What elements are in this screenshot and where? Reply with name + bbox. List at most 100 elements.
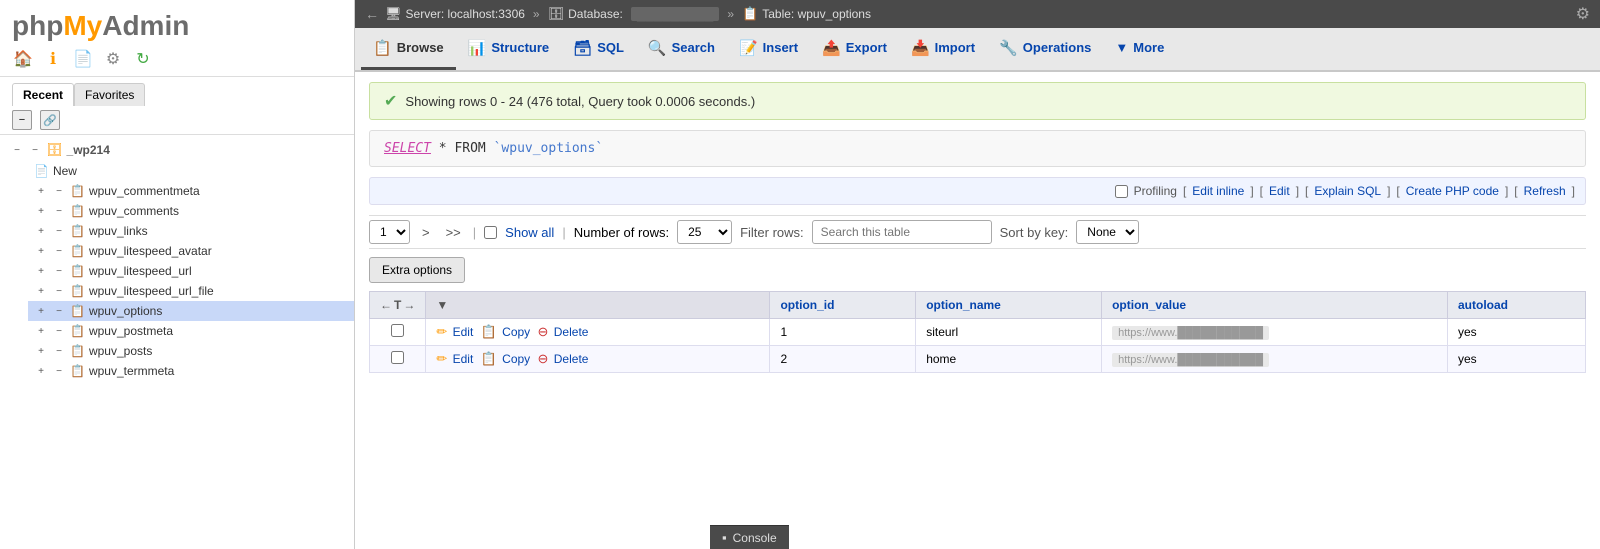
- next-page-btn[interactable]: >: [418, 223, 434, 242]
- console-bar[interactable]: ▪ Console: [710, 525, 789, 549]
- search-table-input[interactable]: [812, 220, 992, 244]
- banner-message: Showing rows 0 - 24 (476 total, Query to…: [405, 94, 755, 109]
- tree-table-posts[interactable]: + − 📋 wpuv_posts: [28, 341, 354, 361]
- last-page-btn[interactable]: >>: [442, 223, 465, 242]
- server-icon: 🖥: [385, 6, 402, 22]
- logo-php: php: [12, 10, 63, 41]
- bracket3: [: [1260, 184, 1263, 198]
- profiling-checkbox[interactable]: [1115, 185, 1128, 198]
- table-breadcrumb-label: Table: wpuv_options: [762, 7, 871, 21]
- tree-table-postmeta[interactable]: + − 📋 wpuv_postmeta: [28, 321, 354, 341]
- tab-favorites[interactable]: Favorites: [74, 83, 145, 106]
- table7-label: wpuv_options: [89, 304, 162, 318]
- collapse-all-btn[interactable]: −: [12, 110, 32, 130]
- th-option-id[interactable]: option_id: [770, 292, 916, 319]
- table4-icon: 📋: [70, 244, 85, 258]
- expand2-icon: −: [28, 143, 42, 157]
- tree-table-litespeed-avatar[interactable]: + − 📋 wpuv_litespeed_avatar: [28, 241, 354, 261]
- db-label: _wp214: [67, 143, 110, 157]
- actions-sort-icon[interactable]: ▼: [436, 298, 448, 312]
- tab-more[interactable]: ▼ More: [1103, 30, 1176, 68]
- tab-export[interactable]: 📤 Export: [810, 29, 899, 70]
- table-icon: 📋: [70, 184, 85, 198]
- extra-options-button[interactable]: Extra options: [369, 257, 465, 283]
- table7-icon: 📋: [70, 304, 85, 318]
- row1-copy-link[interactable]: 📋 Copy: [481, 325, 534, 339]
- console-label: Console: [733, 531, 777, 545]
- t3-expand-icon: +: [34, 224, 48, 238]
- select-all-checkbox[interactable]: [484, 226, 497, 239]
- refresh-link[interactable]: Refresh: [1524, 184, 1566, 198]
- row2-checkbox[interactable]: [391, 351, 404, 364]
- tab-import[interactable]: 📥 Import: [899, 29, 987, 70]
- gear-icon[interactable]: ⚙: [102, 48, 124, 70]
- tree-table-commentmeta[interactable]: + − 📋 wpuv_commentmeta: [28, 181, 354, 201]
- browse-label: Browse: [397, 40, 444, 55]
- row2-option-id: 2: [770, 346, 916, 373]
- num-rows-select[interactable]: 25 50 100: [677, 220, 732, 244]
- tree-table-comments[interactable]: + − 📋 wpuv_comments: [28, 201, 354, 221]
- th-autoload[interactable]: autoload: [1448, 292, 1586, 319]
- tab-structure[interactable]: 📊 Structure: [456, 29, 561, 70]
- console-icon: ▪: [722, 530, 727, 545]
- row2-delete-label: Delete: [554, 352, 589, 366]
- th-option-value[interactable]: option_value: [1102, 292, 1448, 319]
- row1-actions: ✏ Edit 📋 Copy ⊖ Delete: [426, 319, 770, 346]
- tab-sql[interactable]: 🗃 SQL: [561, 29, 636, 70]
- refresh-icon[interactable]: ↻: [132, 48, 154, 70]
- home-icon[interactable]: 🏠: [12, 48, 34, 70]
- tree-table-links[interactable]: + − 📋 wpuv_links: [28, 221, 354, 241]
- row1-checkbox[interactable]: [391, 324, 404, 337]
- page-sep: |: [473, 225, 476, 240]
- link-btn[interactable]: 🔗: [40, 110, 60, 130]
- table8-icon: 📋: [70, 324, 85, 338]
- tab-operations[interactable]: 🔧 Operations: [987, 29, 1103, 70]
- edit-inline-link[interactable]: Edit inline: [1192, 184, 1244, 198]
- sql-display: SELECT * FROM `wpuv_options`: [369, 130, 1586, 167]
- back-arrow-icon[interactable]: ←: [365, 6, 379, 22]
- table3-label: wpuv_links: [89, 224, 148, 238]
- sort-key-select[interactable]: None: [1076, 220, 1139, 244]
- t2-expand-icon: +: [34, 204, 48, 218]
- bracket8: ]: [1505, 184, 1508, 198]
- table10-icon: 📋: [70, 364, 85, 378]
- tab-browse[interactable]: 📋 Browse: [361, 29, 456, 70]
- create-php-link[interactable]: Create PHP code: [1406, 184, 1499, 198]
- breadcrumb-database: 🗄 Database: █████████: [548, 6, 720, 22]
- page-select[interactable]: 1: [369, 220, 410, 244]
- tree-table-options[interactable]: + − 📋 wpuv_options: [28, 301, 354, 321]
- tab-search[interactable]: 🔍 Search: [636, 29, 727, 70]
- info-icon[interactable]: ℹ: [42, 48, 64, 70]
- bc-gear-icon[interactable]: ⚙: [1576, 4, 1590, 24]
- sql-from: FROM: [454, 141, 485, 156]
- tree-new[interactable]: 📄 New: [28, 161, 354, 181]
- edit-link[interactable]: Edit: [1269, 184, 1290, 198]
- row2-delete-link[interactable]: ⊖ Delete: [538, 352, 589, 366]
- sql-star: *: [439, 141, 447, 156]
- row1-delete-link[interactable]: ⊖ Delete: [538, 325, 589, 339]
- new-label: New: [53, 164, 77, 178]
- row1-delete-label: Delete: [554, 325, 589, 339]
- sidebar: phpMyAdmin 🏠 ℹ 📄 ⚙ ↻ Recent Favorites − …: [0, 0, 355, 549]
- row2-copy-link[interactable]: 📋 Copy: [481, 352, 534, 366]
- row1-edit-link[interactable]: ✏ Edit: [436, 325, 476, 339]
- structure-label: Structure: [491, 40, 549, 55]
- tree-table-litespeed-url-file[interactable]: + − 📋 wpuv_litespeed_url_file: [28, 281, 354, 301]
- th-checkbox: ← T →: [370, 292, 426, 319]
- tree-db-item[interactable]: − − 🗄 _wp214: [0, 139, 354, 161]
- bracket5: [: [1305, 184, 1308, 198]
- table-bc-icon: 📋: [742, 6, 758, 22]
- t10-expand-icon: +: [34, 364, 48, 378]
- doc-icon[interactable]: 📄: [72, 48, 94, 70]
- bracket7: [: [1396, 184, 1399, 198]
- tree-table-termmeta[interactable]: + − 📋 wpuv_termmeta: [28, 361, 354, 381]
- explain-sql-link[interactable]: Explain SQL: [1314, 184, 1381, 198]
- row2-edit-link[interactable]: ✏ Edit: [436, 352, 476, 366]
- tree-table-litespeed-url[interactable]: + − 📋 wpuv_litespeed_url: [28, 261, 354, 281]
- th-option-name[interactable]: option_name: [916, 292, 1102, 319]
- show-all-link[interactable]: Show all: [505, 225, 554, 240]
- search-label: Search: [672, 40, 715, 55]
- logo: phpMyAdmin: [12, 10, 342, 42]
- tab-insert[interactable]: 📝 Insert: [727, 29, 810, 70]
- tab-recent[interactable]: Recent: [12, 83, 74, 106]
